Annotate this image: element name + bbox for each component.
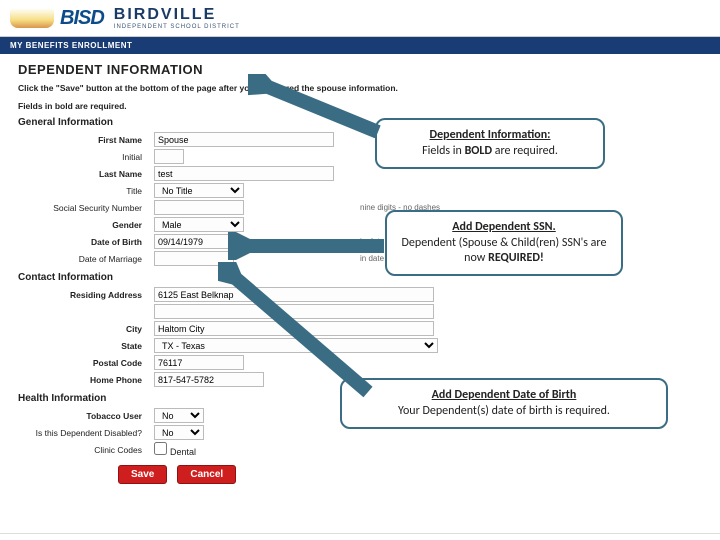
header-bar: BISD BIRDVILLE INDEPENDENT SCHOOL DISTRI… — [0, 0, 720, 37]
button-row: Save Cancel — [118, 465, 702, 484]
state-select[interactable]: TX - Texas — [154, 338, 438, 353]
cancel-button[interactable]: Cancel — [177, 465, 236, 484]
label-postal: Postal Code — [18, 358, 148, 368]
save-button[interactable]: Save — [118, 465, 167, 484]
label-last-name: Last Name — [18, 169, 148, 179]
required-note: Fields in bold are required. — [18, 101, 702, 111]
logo: BISD — [10, 4, 104, 32]
gender-select[interactable]: Male — [154, 217, 244, 232]
title-select[interactable]: No Title — [154, 183, 244, 198]
footer-divider — [0, 533, 720, 534]
nav-bar: MY BENEFITS ENROLLMENT — [0, 37, 720, 54]
city-field[interactable] — [154, 321, 434, 336]
callout1-head: Dependent Information: — [391, 128, 589, 143]
label-city: City — [18, 324, 148, 334]
label-home-phone: Home Phone — [18, 375, 148, 385]
contact-form: Residing Address City State TX - Texas P… — [18, 287, 702, 387]
callout-ssn: Add Dependent SSN. Dependent (Spouse & C… — [385, 210, 623, 276]
callout3-body: Your Dependent(s) date of birth is requi… — [356, 404, 652, 419]
label-first-name: First Name — [18, 135, 148, 145]
label-state: State — [18, 341, 148, 351]
label-address: Residing Address — [18, 290, 148, 300]
address2-field[interactable] — [154, 304, 434, 319]
address-field[interactable] — [154, 287, 434, 302]
callout3-head: Add Dependent Date of Birth — [356, 388, 652, 403]
clinic-dental-label[interactable]: Dental — [154, 442, 196, 457]
callout-dob: Add Dependent Date of Birth Your Depende… — [340, 378, 668, 429]
label-ssn: Social Security Number — [18, 203, 148, 213]
tobacco-select[interactable]: No — [154, 408, 204, 423]
postal-field[interactable] — [154, 355, 244, 370]
home-phone-field[interactable] — [154, 372, 264, 387]
label-dom: Date of Marriage — [18, 254, 148, 264]
clinic-dental-checkbox[interactable] — [154, 442, 167, 455]
initial-field[interactable] — [154, 149, 184, 164]
nav-text: MY BENEFITS ENROLLMENT — [10, 41, 132, 50]
label-clinic: Clinic Codes — [18, 445, 148, 455]
label-title: Title — [18, 186, 148, 196]
logo-book-icon — [10, 4, 54, 32]
disabled-select[interactable]: No — [154, 425, 204, 440]
ssn-field[interactable] — [154, 200, 244, 215]
callout-dependent-info: Dependent Information: Fields in BOLD ar… — [375, 118, 605, 169]
dob-field[interactable] — [154, 234, 234, 249]
label-tobacco: Tobacco User — [18, 411, 148, 421]
label-disabled: Is this Dependent Disabled? — [18, 428, 148, 438]
first-name-field[interactable] — [154, 132, 334, 147]
brand-main: BIRDVILLE — [114, 6, 240, 24]
brand: BIRDVILLE INDEPENDENT SCHOOL DISTRICT — [114, 6, 240, 30]
logo-initials: BISD — [60, 7, 104, 30]
label-gender: Gender — [18, 220, 148, 230]
clinic-row: Dental — [154, 442, 480, 457]
callout2-head: Add Dependent SSN. — [401, 220, 607, 235]
brand-sub: INDEPENDENT SCHOOL DISTRICT — [114, 24, 240, 30]
callout2-body: Dependent (Spouse & Child(ren) SSN's are… — [401, 236, 607, 266]
last-name-field[interactable] — [154, 166, 334, 181]
callout1-body: Fields in BOLD are required. — [391, 144, 589, 159]
label-dob: Date of Birth — [18, 237, 148, 247]
label-initial: Initial — [18, 152, 148, 162]
page-instruction: Click the "Save" button at the bottom of… — [18, 83, 418, 93]
dom-field[interactable] — [154, 251, 234, 266]
page-title: DEPENDENT INFORMATION — [18, 62, 702, 77]
